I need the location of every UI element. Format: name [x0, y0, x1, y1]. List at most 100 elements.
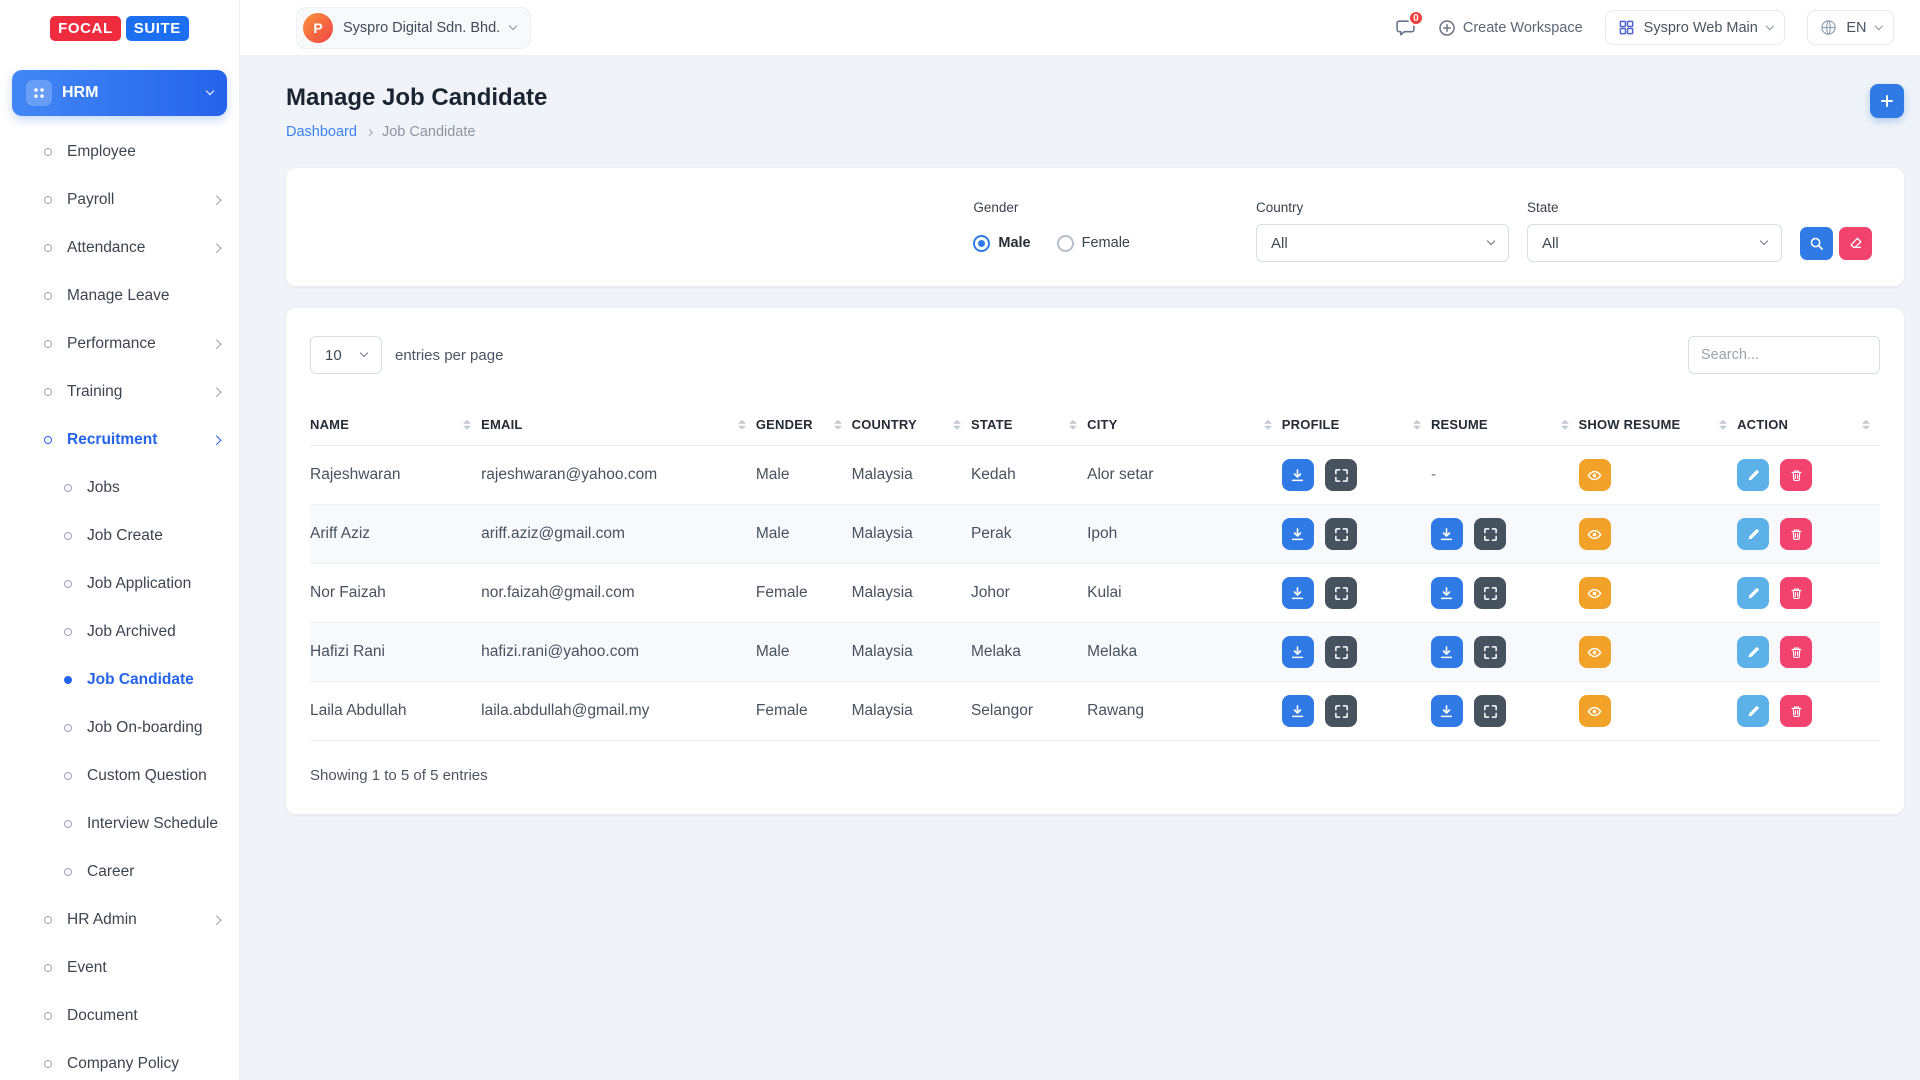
- edit-button[interactable]: [1737, 695, 1769, 727]
- delete-button[interactable]: [1780, 518, 1812, 550]
- logo-right: SUITE: [126, 16, 189, 41]
- cell-action: [1737, 682, 1880, 741]
- column-header-name[interactable]: NAME: [310, 404, 481, 446]
- delete-button[interactable]: [1780, 695, 1812, 727]
- cell-city: Ipoh: [1087, 505, 1282, 564]
- topbar: P Syspro Digital Sdn. Bhd. 0 Create Work…: [240, 0, 1920, 56]
- column-header-email[interactable]: EMAIL: [481, 404, 756, 446]
- table-search-input[interactable]: [1688, 336, 1880, 374]
- module-selector-hrm[interactable]: HRM: [12, 70, 227, 116]
- delete-button[interactable]: [1780, 636, 1812, 668]
- apply-filter-button[interactable]: [1800, 227, 1833, 260]
- edit-button[interactable]: [1737, 518, 1769, 550]
- sidebar-item-employee[interactable]: Employee: [0, 128, 239, 176]
- profile-download-button[interactable]: [1282, 695, 1314, 727]
- sidebar-item-jobs[interactable]: Jobs: [0, 464, 239, 512]
- sidebar-item-attendance[interactable]: Attendance: [0, 224, 239, 272]
- chevron-down-icon: [1487, 237, 1495, 245]
- delete-button[interactable]: [1780, 577, 1812, 609]
- per-page-select[interactable]: 10: [310, 336, 382, 374]
- sidebar-item-job-application[interactable]: Job Application: [0, 560, 239, 608]
- show-resume-button[interactable]: [1579, 695, 1611, 727]
- profile-download-button[interactable]: [1282, 636, 1314, 668]
- company-selector[interactable]: P Syspro Digital Sdn. Bhd.: [296, 7, 531, 49]
- column-header-action[interactable]: ACTION: [1737, 404, 1880, 446]
- cell-action: [1737, 623, 1880, 682]
- reset-filter-button[interactable]: [1839, 227, 1872, 260]
- sidebar-item-job-create[interactable]: Job Create: [0, 512, 239, 560]
- profile-preview-button[interactable]: [1325, 695, 1357, 727]
- sidebar-item-career[interactable]: Career: [0, 848, 239, 896]
- workspace-selector[interactable]: Syspro Web Main: [1605, 10, 1786, 45]
- resume-download-button[interactable]: [1431, 636, 1463, 668]
- sidebar-item-event[interactable]: Event: [0, 944, 239, 992]
- trash-icon: [1790, 469, 1803, 482]
- bullet-icon: [44, 340, 52, 348]
- eye-icon: [1587, 586, 1602, 601]
- show-resume-button[interactable]: [1579, 636, 1611, 668]
- sidebar-item-manage-leave[interactable]: Manage Leave: [0, 272, 239, 320]
- gender-female-radio[interactable]: Female: [1057, 235, 1130, 252]
- gender-female-label: Female: [1082, 235, 1130, 251]
- sidebar-item-job-candidate[interactable]: Job Candidate: [0, 656, 239, 704]
- resume-download-button[interactable]: [1431, 695, 1463, 727]
- resume-download-button[interactable]: [1431, 518, 1463, 550]
- edit-button[interactable]: [1737, 636, 1769, 668]
- column-header-gender[interactable]: GENDER: [756, 404, 852, 446]
- breadcrumb-dashboard-link[interactable]: Dashboard: [286, 124, 357, 140]
- column-header-country[interactable]: COUNTRY: [852, 404, 971, 446]
- sidebar-item-performance[interactable]: Performance: [0, 320, 239, 368]
- sidebar-item-training[interactable]: Training: [0, 368, 239, 416]
- sidebar-item-document[interactable]: Document: [0, 992, 239, 1040]
- column-header-city[interactable]: CITY: [1087, 404, 1282, 446]
- column-header-state[interactable]: STATE: [971, 404, 1087, 446]
- profile-preview-button[interactable]: [1325, 577, 1357, 609]
- sidebar-item-label: Job Candidate: [87, 671, 194, 689]
- show-resume-button[interactable]: [1579, 459, 1611, 491]
- sidebar-item-job-onboarding[interactable]: Job On-boarding: [0, 704, 239, 752]
- sidebar-item-job-archived[interactable]: Job Archived: [0, 608, 239, 656]
- resume-preview-button[interactable]: [1474, 636, 1506, 668]
- sidebar-item-hr-admin[interactable]: HR Admin: [0, 896, 239, 944]
- sidebar-item-payroll[interactable]: Payroll: [0, 176, 239, 224]
- filter-actions-spacer: [1800, 200, 1872, 215]
- column-header-resume[interactable]: RESUME: [1431, 404, 1579, 446]
- sidebar-item-custom-question[interactable]: Custom Question: [0, 752, 239, 800]
- column-header-show-resume[interactable]: SHOW RESUME: [1579, 404, 1738, 446]
- sidebar-item-company-policy[interactable]: Company Policy: [0, 1040, 239, 1080]
- language-selector[interactable]: EN: [1807, 10, 1894, 45]
- profile-download-button[interactable]: [1282, 459, 1314, 491]
- resume-preview-button[interactable]: [1474, 518, 1506, 550]
- resume-download-button[interactable]: [1431, 577, 1463, 609]
- show-resume-button[interactable]: [1579, 577, 1611, 609]
- sidebar-item-recruitment[interactable]: Recruitment: [0, 416, 239, 464]
- state-select[interactable]: All: [1527, 224, 1782, 262]
- gender-male-radio[interactable]: Male: [973, 235, 1030, 252]
- profile-preview-button[interactable]: [1325, 518, 1357, 550]
- download-icon: [1290, 586, 1305, 601]
- cell-email: laila.abdullah@gmail.my: [481, 682, 756, 741]
- sidebar-item-interview-schedule[interactable]: Interview Schedule: [0, 800, 239, 848]
- create-workspace-button[interactable]: Create Workspace: [1438, 19, 1583, 37]
- breadcrumb-current: Job Candidate: [382, 124, 476, 140]
- column-header-profile[interactable]: PROFILE: [1282, 404, 1431, 446]
- edit-button[interactable]: [1737, 577, 1769, 609]
- add-candidate-button[interactable]: [1870, 84, 1904, 118]
- chat-button[interactable]: 0: [1395, 17, 1416, 38]
- sort-icon: [953, 419, 961, 430]
- country-select[interactable]: All: [1256, 224, 1509, 262]
- profile-download-button[interactable]: [1282, 577, 1314, 609]
- profile-preview-button[interactable]: [1325, 636, 1357, 668]
- cell-name: Hafizi Rani: [310, 623, 481, 682]
- delete-button[interactable]: [1780, 459, 1812, 491]
- resume-preview-button[interactable]: [1474, 695, 1506, 727]
- edit-button[interactable]: [1737, 459, 1769, 491]
- expand-icon: [1334, 645, 1349, 660]
- show-resume-button[interactable]: [1579, 518, 1611, 550]
- profile-preview-button[interactable]: [1325, 459, 1357, 491]
- resume-preview-button[interactable]: [1474, 577, 1506, 609]
- eraser-icon: [1849, 236, 1863, 250]
- bullet-icon: [44, 436, 52, 444]
- profile-download-button[interactable]: [1282, 518, 1314, 550]
- pencil-icon: [1747, 646, 1760, 659]
